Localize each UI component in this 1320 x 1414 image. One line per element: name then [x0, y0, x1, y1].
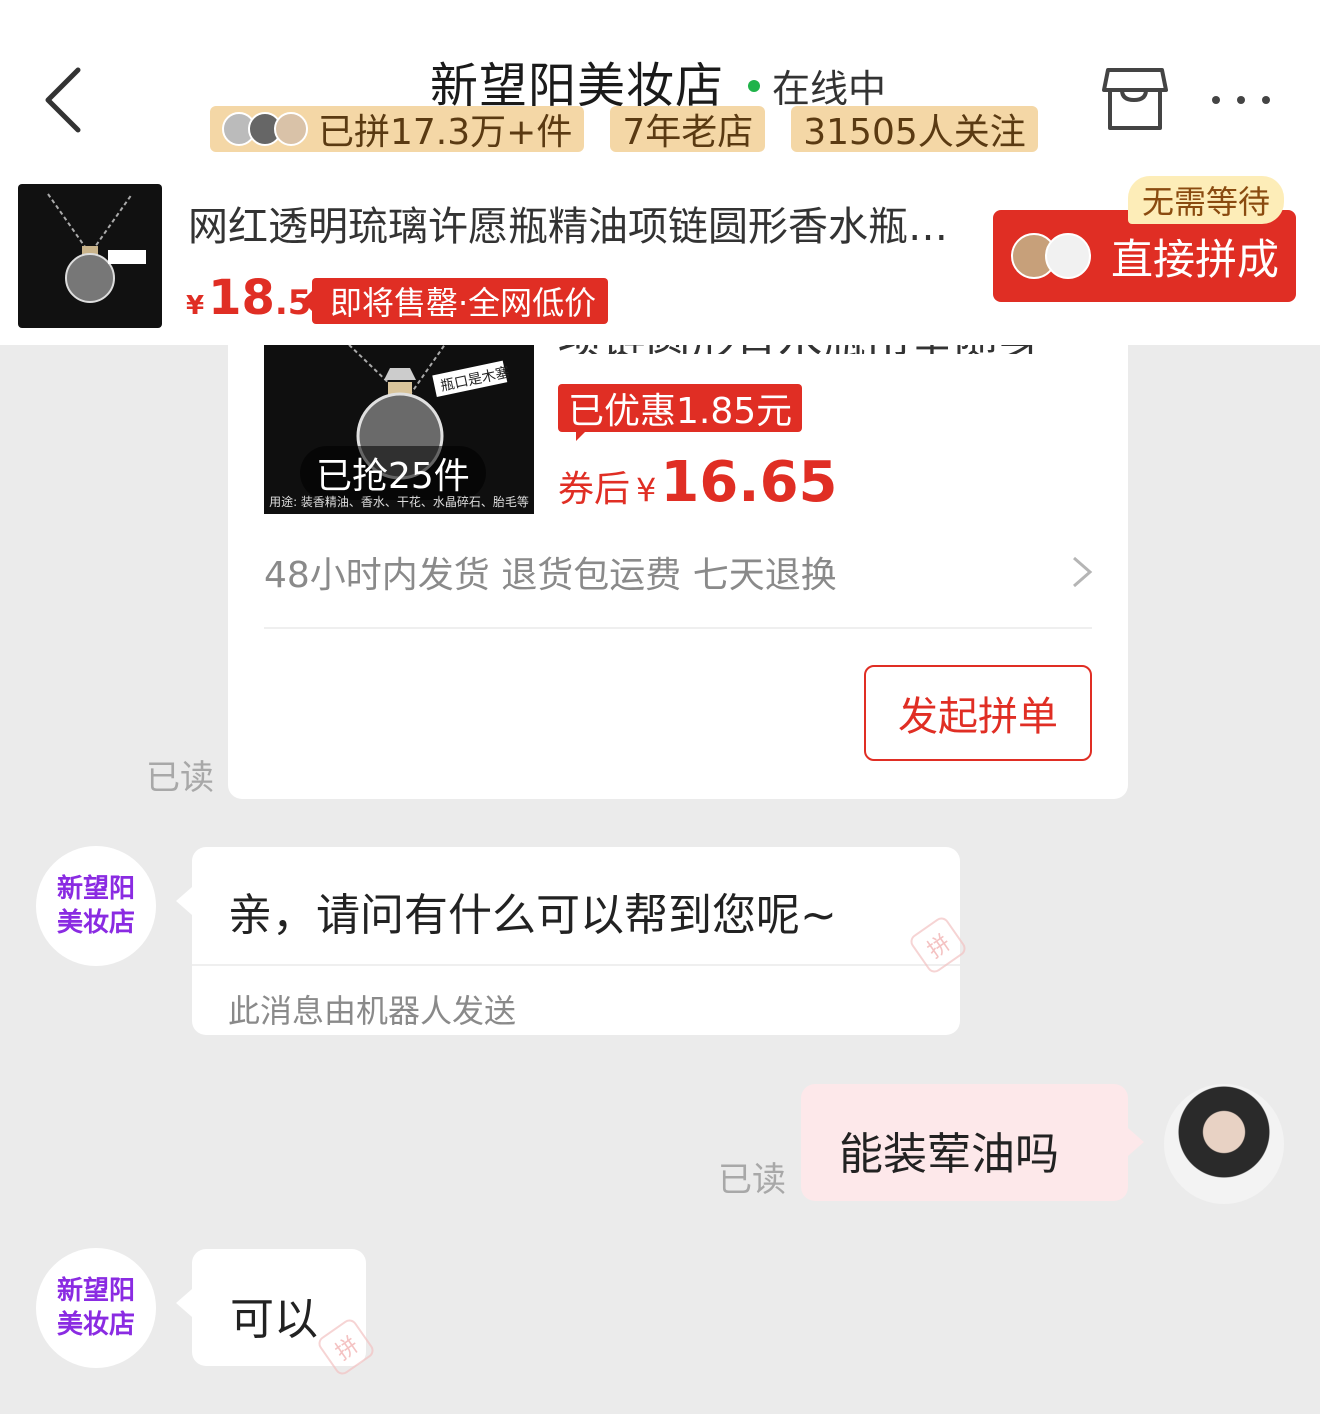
user-read-status: 已读 — [718, 1160, 786, 1200]
reply-bubble[interactable]: 可以 拼 — [176, 1249, 377, 1378]
group-avatars-icon — [1011, 233, 1091, 279]
shop-avatar-line1: 新望阳 — [56, 1276, 135, 1306]
no-wait-badge: 无需等待 — [1128, 176, 1285, 224]
grabbed-count: 已抢25件 — [300, 446, 486, 500]
more-options-icon[interactable] — [1206, 92, 1276, 108]
tag-shop-age: 7年老店 — [610, 106, 766, 153]
card-read-status: 已读 — [146, 758, 214, 798]
start-group-button[interactable]: 发起拼单 — [864, 665, 1092, 761]
after-coupon-currency: ¥ — [636, 471, 657, 509]
tag-group-sales: 已拼17.3万+件 — [210, 106, 585, 153]
product-card[interactable]: 项链圆形香水瓶吊坠随身 瓶口是木塞 已抢25件 用途: 装香精油、香水、干花、水… — [228, 300, 1128, 799]
shop-avatar-line1: 新望阳 — [56, 874, 135, 904]
user-message-bubble[interactable]: 能装荤油吗 — [801, 1084, 1144, 1201]
user-message-text: 能装荤油吗 — [839, 1129, 1059, 1180]
discount-badge: 已优惠1.85元 — [558, 384, 803, 441]
shop-avatar[interactable]: 新望阳 美妆店 — [36, 846, 156, 966]
service-guarantees[interactable]: 48小时内发货 退货包运费 七天退换 — [264, 546, 837, 598]
greeting-bubble[interactable]: 亲，请问有什么可以帮到您呢~ 此消息由机器人发送 拼 — [176, 847, 969, 1035]
promo-badge: 即将售罄·全网低价 — [301, 278, 609, 324]
after-coupon-label: 券后 — [558, 469, 631, 510]
necklace-image-icon — [47, 193, 146, 303]
chevron-right-icon[interactable] — [1070, 554, 1094, 590]
shop-avatar-line2: 美妆店 — [56, 908, 135, 938]
online-dot-icon — [748, 79, 760, 92]
shop-avatar[interactable]: 新望阳 美妆店 — [36, 1248, 156, 1368]
price-currency: ¥ — [186, 291, 205, 321]
tag-group-sales-text: 已拼17.3万+件 — [318, 112, 573, 153]
card-divider — [264, 627, 1092, 629]
buyer-avatars-icon — [222, 112, 308, 146]
robot-note: 此消息由机器人发送 — [192, 964, 960, 1032]
price-integer: 18 — [208, 270, 275, 326]
product-thumbnail[interactable] — [18, 184, 162, 328]
shop-tags: 已拼17.3万+件 7年老店 31505人关注 — [210, 106, 1038, 153]
pin-stamp-icon: 拼 — [315, 1316, 377, 1378]
reply-text: 可以 — [230, 1294, 318, 1345]
store-icon[interactable] — [1100, 64, 1170, 134]
card-product-image[interactable]: 瓶口是木塞 已抢25件 用途: 装香精油、香水、干花、水晶碎石、胎毛等 — [264, 340, 534, 514]
image-usage-text: 用途: 装香精油、香水、干花、水晶碎石、胎毛等 — [269, 495, 529, 509]
shop-avatar-line2: 美妆店 — [56, 1310, 135, 1340]
direct-group-label: 直接拼成 — [1111, 234, 1280, 284]
after-coupon-value: 16.65 — [660, 450, 838, 515]
tag-followers: 31505人关注 — [791, 106, 1038, 153]
product-price: ¥ 18 .5 — [186, 270, 311, 326]
back-arrow-icon[interactable] — [40, 60, 100, 140]
greeting-text: 亲，请问有什么可以帮到您呢~ — [228, 890, 837, 941]
after-coupon-price: 券后 ¥ 16.65 — [558, 450, 838, 515]
chat-header: 新望阳美妆店 在线中 已拼17.3万+件 7年老店 31505人关注 网红透明琉… — [0, 0, 1320, 345]
user-avatar[interactable] — [1164, 1084, 1284, 1204]
product-title[interactable]: 网红透明琉璃许愿瓶精油项链圆形香水瓶吊坠随身 — [188, 194, 958, 252]
